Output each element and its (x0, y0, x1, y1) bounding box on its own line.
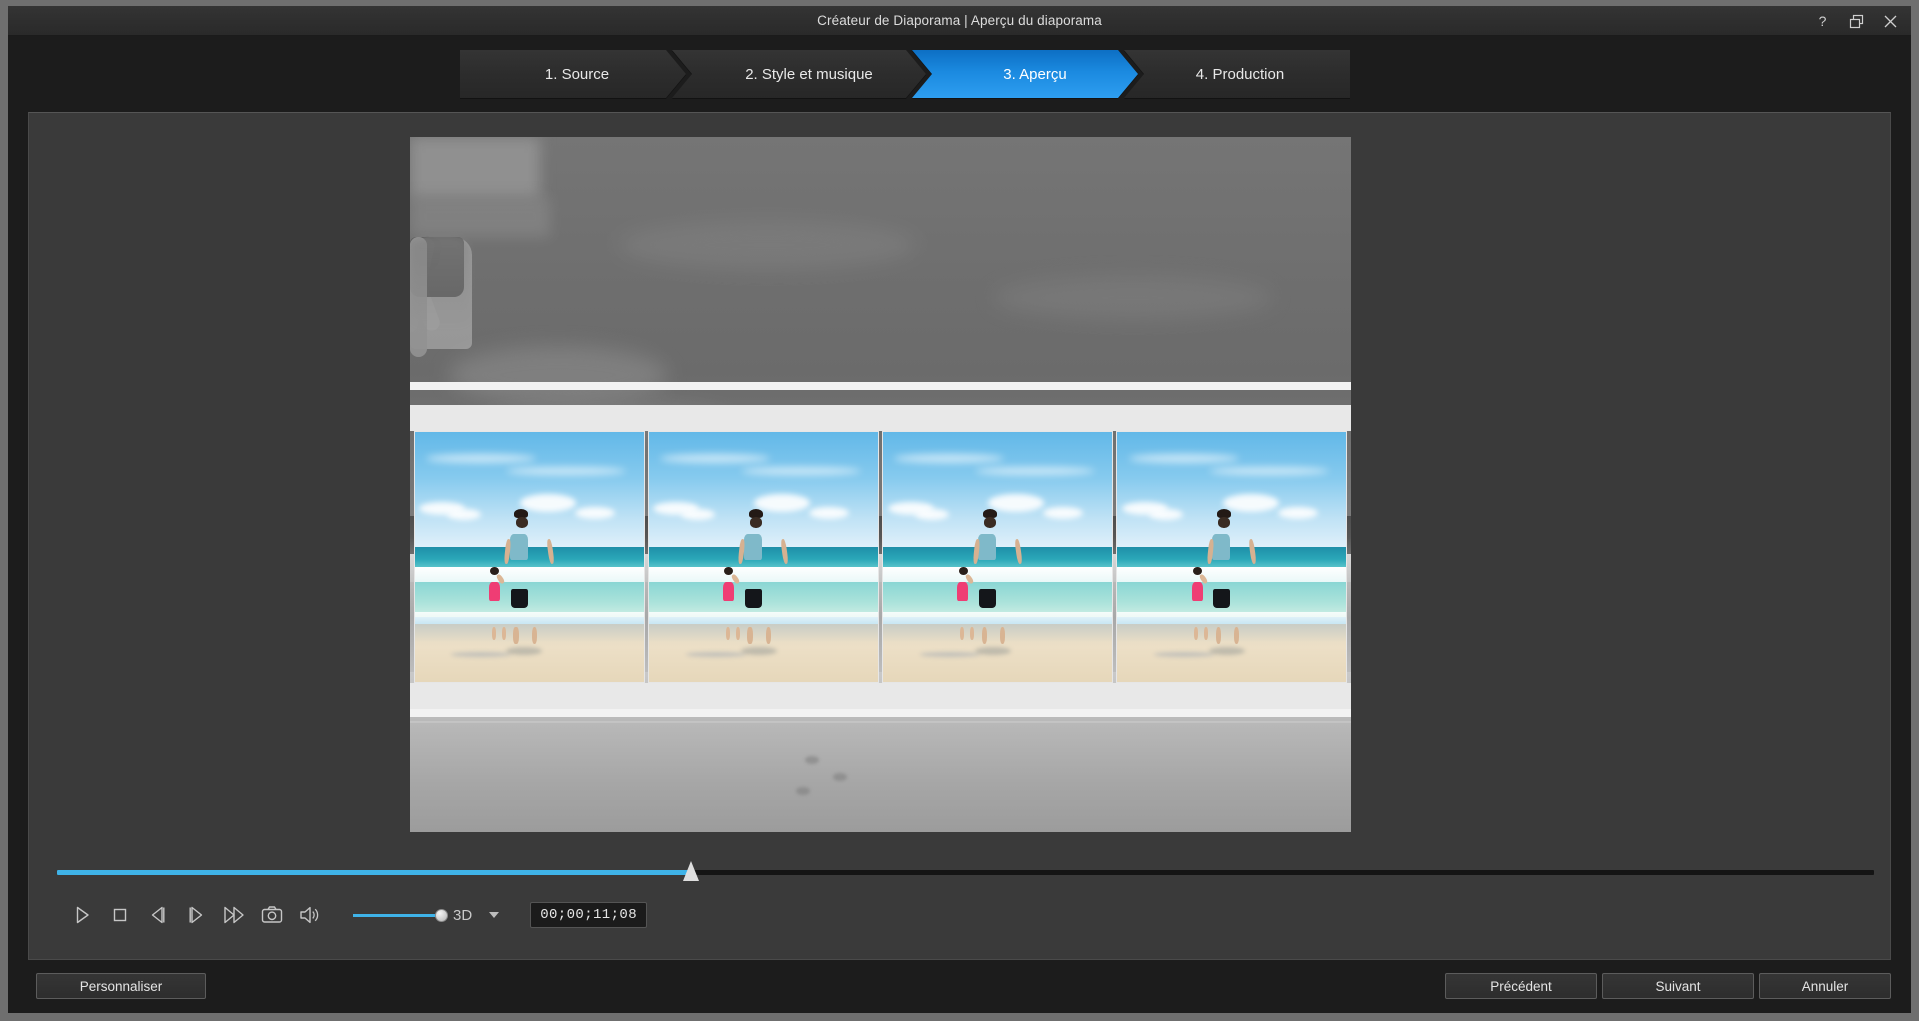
filmstrip-thumbnail[interactable] (1116, 431, 1347, 683)
preview-panel: 3D 00;00;11;08 (28, 112, 1891, 960)
transition-band (410, 405, 1351, 431)
wizard-step-production[interactable]: 4. Production (1124, 50, 1350, 98)
chevron-down-icon (488, 911, 500, 919)
wizard-step-style-music-label: 2. Style et musique (745, 66, 873, 83)
backdrop-footprint (796, 787, 810, 795)
speaker-icon (298, 904, 322, 926)
timeline-scrubber[interactable] (57, 870, 1874, 875)
mode-3d-label: 3D (453, 907, 472, 924)
next-button[interactable]: Suivant (1602, 973, 1754, 999)
filmstrip-thumbnail[interactable] (882, 431, 1113, 683)
next-frame-button[interactable] (179, 898, 213, 932)
backdrop-cloud (448, 346, 668, 404)
timeline-progress (57, 870, 691, 875)
volume-slider-knob[interactable] (435, 909, 448, 922)
next-button-label: Suivant (1655, 979, 1700, 994)
playback-controls: 3D 00;00;11;08 (29, 891, 1890, 939)
volume-slider-track (353, 914, 441, 917)
restore-window-icon (1849, 14, 1864, 29)
play-button[interactable] (65, 898, 99, 932)
timeline-row (29, 859, 1890, 885)
mode-3d-dropdown-button[interactable] (484, 905, 504, 925)
customize-button-label: Personnaliser (80, 979, 163, 994)
cancel-button-label: Annuler (1802, 979, 1849, 994)
application-window: Créateur de Diaporama | Aperçu du diapor… (0, 0, 1919, 1021)
timecode-value: 00;00;11;08 (540, 907, 637, 923)
snapshot-button[interactable] (255, 898, 289, 932)
timeline-playhead[interactable] (683, 861, 699, 881)
fast-forward-icon (222, 904, 246, 926)
help-button[interactable]: ? (1805, 7, 1839, 35)
question-mark-icon: ? (1815, 14, 1830, 29)
wizard-step-preview-label: 3. Aperçu (1003, 66, 1066, 83)
previous-button-label: Précédent (1490, 979, 1552, 994)
wizard-step-preview[interactable]: 3. Aperçu (912, 50, 1138, 98)
backdrop-footprint (805, 756, 819, 764)
restore-window-button[interactable] (1839, 7, 1873, 35)
backdrop-cloud (410, 197, 550, 237)
wizard-step-style-music[interactable]: 2. Style et musique (672, 50, 926, 98)
transition-band (410, 709, 1351, 717)
backdrop-sand-line (410, 721, 1351, 723)
stop-icon (109, 904, 131, 926)
cancel-button[interactable]: Annuler (1759, 973, 1891, 999)
volume-control-group: 3D (353, 905, 504, 925)
next-frame-icon (185, 904, 207, 926)
stop-button[interactable] (103, 898, 137, 932)
wizard-step-bar: 1. Source 2. Style et musique 3. Aperçu … (8, 36, 1911, 114)
volume-button[interactable] (293, 898, 327, 932)
wizard-step-source[interactable]: 1. Source (460, 50, 686, 98)
previous-button[interactable]: Précédent (1445, 973, 1597, 999)
timecode-field[interactable]: 00;00;11;08 (530, 902, 647, 928)
transition-band (410, 382, 1351, 390)
fast-forward-button[interactable] (217, 898, 251, 932)
transition-band (410, 683, 1351, 709)
filmstrip (414, 431, 1347, 683)
wizard-step-source-label: 1. Source (545, 66, 609, 83)
wizard-steps: 1. Source 2. Style et musique 3. Aperçu … (460, 50, 1350, 98)
backdrop-cloud (410, 137, 540, 197)
volume-slider[interactable] (353, 907, 441, 923)
svg-text:?: ? (1818, 14, 1826, 29)
previous-frame-button[interactable] (141, 898, 175, 932)
filmstrip-thumbnail[interactable] (414, 431, 645, 683)
title-bar: Créateur de Diaporama | Aperçu du diapor… (8, 6, 1911, 36)
footer-bar: Personnaliser Précédent Suivant Annuler (8, 961, 1911, 1013)
filmstrip-thumbnail[interactable] (648, 431, 879, 683)
wizard-step-production-label: 4. Production (1196, 66, 1284, 83)
preview-stage[interactable] (410, 137, 1351, 832)
customize-button[interactable]: Personnaliser (36, 973, 206, 999)
backdrop-cloud (993, 276, 1273, 320)
previous-frame-icon (147, 904, 169, 926)
close-icon (1883, 14, 1898, 29)
close-button[interactable] (1873, 7, 1907, 35)
play-icon (71, 904, 93, 926)
camera-icon (260, 904, 284, 926)
window-controls: ? (1805, 6, 1907, 36)
window-title: Créateur de Diaporama | Aperçu du diapor… (817, 13, 1102, 28)
